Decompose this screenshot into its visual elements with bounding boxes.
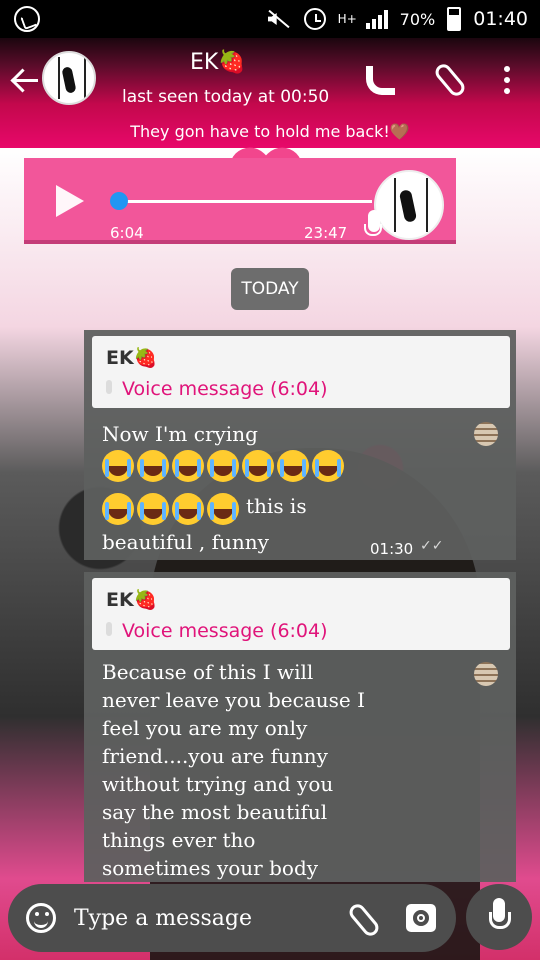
mic-icon [364,210,382,236]
last-seen: last seen today at 00:50 [122,87,330,107]
message-composer [8,884,456,952]
camera-icon[interactable] [406,904,436,932]
message-text: Now I'm crying [102,422,258,446]
battery-percent: 70% [399,9,436,29]
loudly-crying-emoji-icon [207,493,239,525]
message-input[interactable] [74,896,324,940]
contact-avatar[interactable] [42,51,96,105]
loudly-crying-emoji-icon [172,493,204,525]
play-icon[interactable] [56,185,84,217]
mic-button[interactable] [466,884,532,950]
loudly-crying-emoji-icon [102,450,134,482]
clock: 01:40 [473,8,528,30]
voice-sender-avatar [374,170,444,240]
voice-message-player: 6:04 23:47 [24,158,456,244]
quoted-message[interactable]: EK🍓 Voice message (6:04) [92,578,510,650]
signal-icon [365,9,388,29]
read-receipt-avatar [474,662,498,686]
message-text: this is [246,494,307,518]
date-divider: TODAY [231,268,309,310]
contact-name[interactable]: EK🍓 [190,50,246,75]
loudly-crying-emoji-icon [137,450,169,482]
paperclip-icon[interactable] [432,62,462,96]
back-arrow-icon[interactable] [12,68,38,92]
loudly-crying-emoji-icon [172,450,204,482]
status-bar-right: H+ 70% 01:40 [266,0,528,38]
battery-charging-icon [447,7,462,31]
quoted-mic-icon [106,622,112,636]
delivered-ticks-icon: ✓✓ [420,538,444,554]
quoted-message[interactable]: EK🍓 Voice message (6:04) [92,336,510,408]
loudly-crying-emoji-icon [102,493,134,525]
network-type: H+ [337,12,357,26]
more-vert-icon[interactable] [500,66,514,96]
chat-header: EK🍓 last seen today at 00:50 They gon ha… [0,38,540,148]
quoted-text: Voice message (6:04) [122,378,328,400]
emoji-row [102,493,239,525]
phone-icon[interactable] [362,64,392,94]
voice-elapsed: 6:04 [110,224,144,242]
message-time: 01:30 [370,540,414,558]
loudly-crying-emoji-icon [137,493,169,525]
loudly-crying-emoji-icon [277,450,309,482]
quoted-mic-icon [106,380,112,394]
message-text: Because of this I will never leave you b… [102,660,365,880]
quoted-text: Voice message (6:04) [122,620,328,642]
whatsapp-icon [14,6,40,32]
loudly-crying-emoji-icon [312,450,344,482]
paperclip-icon[interactable] [346,902,376,936]
loudly-crying-emoji-icon [242,450,274,482]
message-text: beautiful , funny [102,530,269,554]
message-bubble[interactable]: EK🍓 Voice message (6:04) Because of this… [84,572,516,882]
voice-progress-knob[interactable] [110,192,128,210]
read-receipt-avatar [474,422,498,446]
emoji-icon[interactable] [26,903,56,933]
voice-progress-track[interactable] [120,200,372,203]
voice-total: 23:47 [304,224,348,242]
loudly-crying-emoji-icon [207,450,239,482]
status-message: They gon have to hold me back!🤎 [130,122,410,141]
alarm-icon [303,8,326,30]
mute-icon [266,7,292,31]
message-bubble[interactable]: EK🍓 Voice message (6:04) Now I'm crying … [84,330,516,560]
quoted-sender: EK🍓 [106,347,158,369]
quoted-sender: EK🍓 [106,589,158,611]
emoji-row [102,450,344,482]
status-bar: H+ 70% 01:40 [0,0,540,38]
